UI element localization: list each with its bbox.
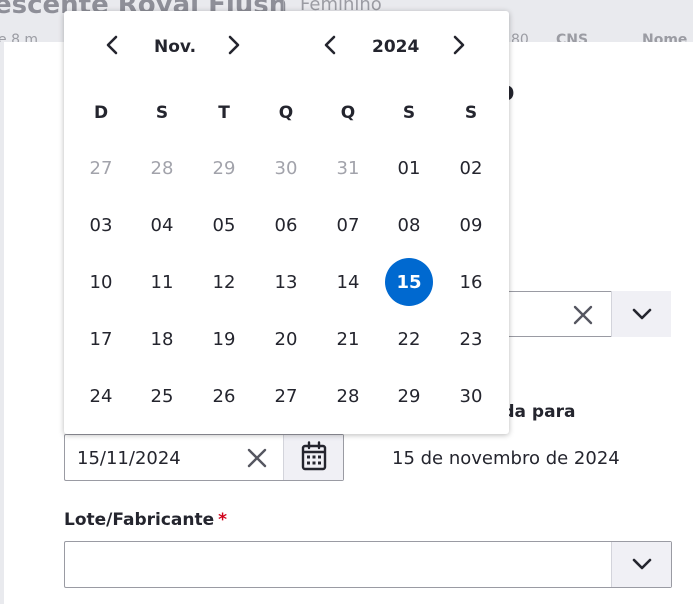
calendar-day[interactable]: 17	[77, 315, 125, 363]
chevron-down-icon	[632, 305, 652, 324]
calendar-day[interactable]: 19	[200, 315, 248, 363]
calendar-day[interactable]: 27	[77, 144, 125, 192]
date-picker-popup: Nov. 2024 D S T Q Q S S 27 28 29 30 31 01 02 03…	[64, 11, 509, 434]
calendar-day[interactable]: 25	[138, 372, 186, 420]
calendar-day[interactable]: 05	[200, 201, 248, 249]
year-label: 2024	[372, 37, 420, 57]
weekday-header: S	[155, 103, 169, 123]
calendar-day[interactable]: 28	[138, 144, 186, 192]
cns-label: CNS	[556, 32, 589, 42]
lote-select[interactable]	[64, 541, 672, 588]
calendar-day[interactable]: 06	[262, 201, 310, 249]
calendar-day[interactable]: 11	[138, 258, 186, 306]
required-mark: *	[218, 510, 228, 530]
calendar-day[interactable]: 24	[77, 372, 125, 420]
weekday-header: Q	[278, 103, 294, 123]
calendar-day[interactable]: 22	[385, 315, 433, 363]
chevron-right-icon	[228, 35, 240, 59]
calendar-day[interactable]: 29	[385, 372, 433, 420]
application-date-field[interactable]	[64, 434, 344, 481]
name-label: Nome	[642, 32, 688, 42]
calendar-day[interactable]: 30	[262, 144, 310, 192]
calendar-day[interactable]: 23	[447, 315, 495, 363]
patient-age: e 8 m	[0, 32, 39, 42]
previous-month-button[interactable]	[99, 34, 125, 60]
calendar-day[interactable]: 21	[324, 315, 372, 363]
previous-year-button[interactable]	[317, 34, 343, 60]
chevron-right-icon	[453, 35, 465, 59]
next-year-button[interactable]	[446, 34, 472, 60]
calendar-day[interactable]: 29	[200, 144, 248, 192]
screen: escente Royal Flush Feminino e 8 m 80 CN…	[0, 0, 693, 604]
chevron-left-icon	[106, 35, 118, 59]
calendar-day[interactable]: 02	[447, 144, 495, 192]
calendar-day-selected[interactable]: 15	[385, 258, 433, 306]
open-calendar-button[interactable]	[283, 435, 343, 480]
realizada-date-text: 15 de novembro de 2024	[392, 448, 620, 469]
calendar-day[interactable]: 09	[447, 201, 495, 249]
calendar-day[interactable]: 16	[447, 258, 495, 306]
calendar-day[interactable]: 18	[138, 315, 186, 363]
calendar-day[interactable]: 31	[324, 144, 372, 192]
close-icon[interactable]	[245, 446, 269, 470]
close-icon[interactable]	[571, 303, 595, 327]
calendar-day[interactable]: 07	[324, 201, 372, 249]
calendar-day[interactable]: 30	[447, 372, 495, 420]
weekday-header: Q	[340, 103, 356, 123]
dropdown-button[interactable]	[611, 542, 671, 587]
calendar-day[interactable]: 08	[385, 201, 433, 249]
weekday-header: S	[464, 103, 478, 123]
calendar-day[interactable]: 28	[324, 372, 372, 420]
calendar-icon	[301, 440, 327, 475]
calendar-day[interactable]: 26	[200, 372, 248, 420]
lote-label-text: Lote/Fabricante	[64, 510, 215, 530]
calendar-day[interactable]: 27	[262, 372, 310, 420]
calendar-day[interactable]: 10	[77, 258, 125, 306]
weekday-header: T	[218, 103, 230, 123]
chevron-down-icon	[632, 555, 652, 574]
next-month-button[interactable]	[221, 34, 247, 60]
month-label: Nov.	[154, 37, 197, 57]
chevron-left-icon	[324, 35, 336, 59]
weekday-header: S	[402, 103, 416, 123]
lote-label: Lote/Fabricante *	[64, 510, 227, 530]
calendar-day[interactable]: 14	[324, 258, 372, 306]
patient-info-fragment: 80	[511, 32, 529, 42]
calendar-day[interactable]: 01	[385, 144, 433, 192]
dropdown-button[interactable]	[611, 291, 671, 337]
date-input[interactable]	[77, 445, 237, 471]
calendar-day[interactable]: 03	[77, 201, 125, 249]
weekday-header: D	[93, 103, 109, 123]
calendar-day[interactable]: 13	[262, 258, 310, 306]
calendar-day[interactable]: 12	[200, 258, 248, 306]
calendar-day[interactable]: 04	[138, 201, 186, 249]
calendar-day[interactable]: 20	[262, 315, 310, 363]
